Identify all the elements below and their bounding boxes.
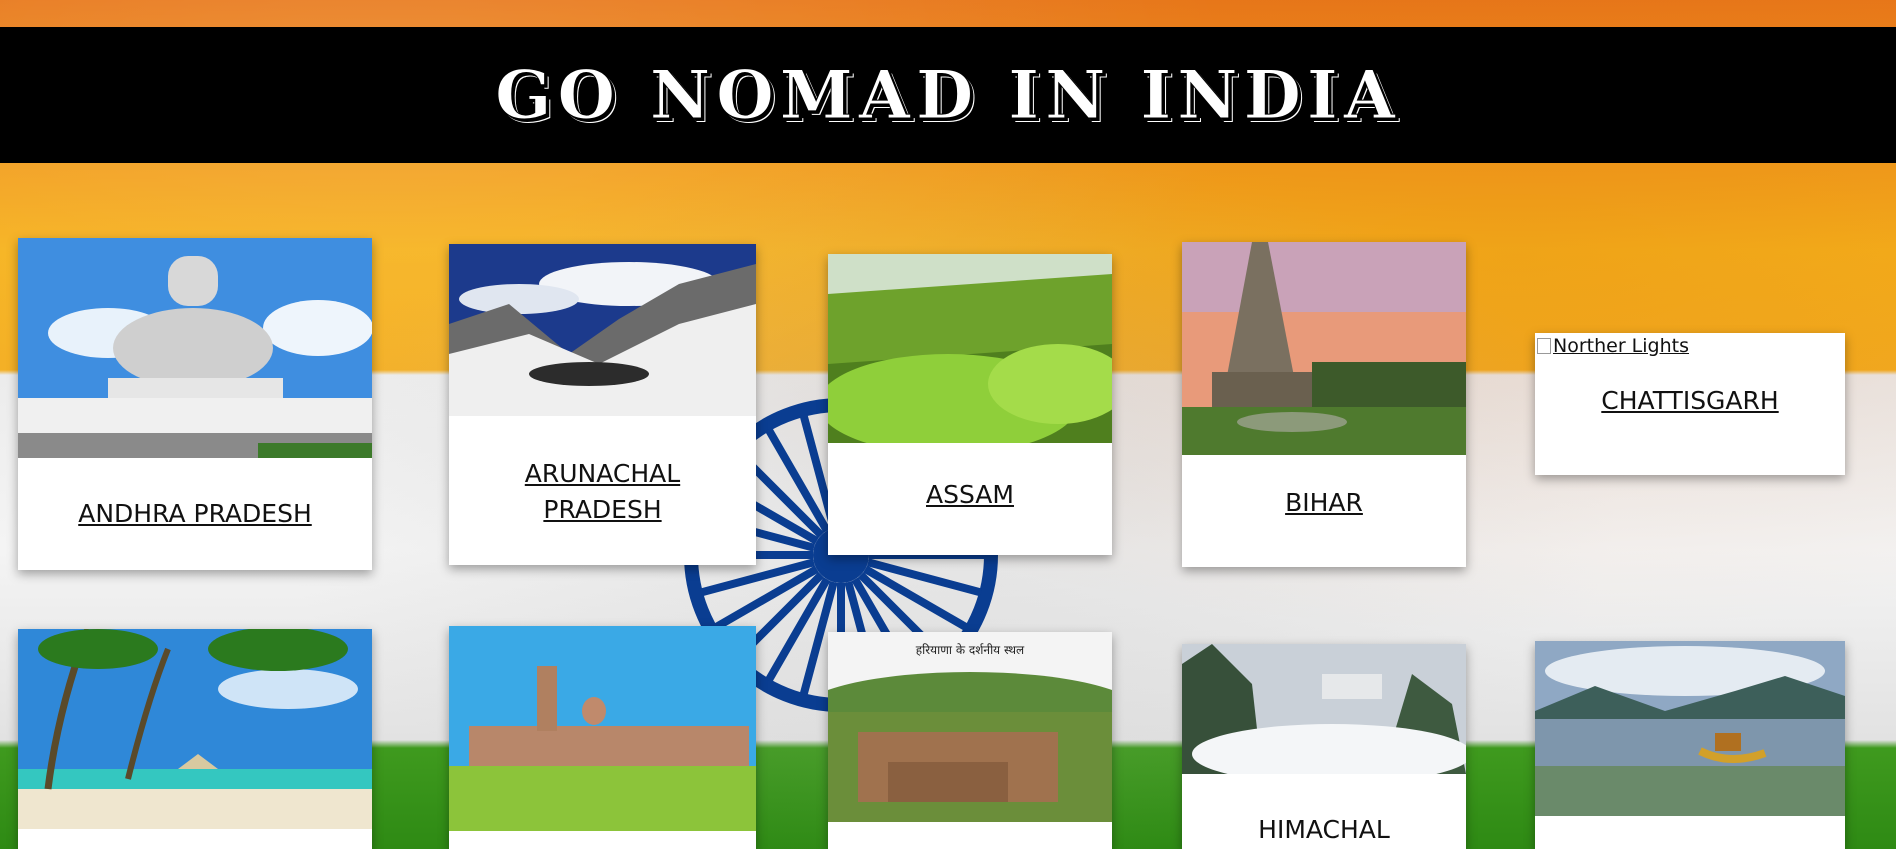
state-card-fort[interactable]: हरियाणा के दर्शनीय स्थल (828, 632, 1112, 849)
state-link-andhra-pradesh[interactable]: ANDHRA PRADESH (18, 496, 372, 532)
beach-photo (18, 629, 372, 829)
andhra-pradesh-photo (18, 238, 372, 458)
state-link-bihar[interactable]: BIHAR (1182, 485, 1466, 521)
state-card-arunachal-pradesh[interactable]: ARUNACHAL PRADESH (449, 244, 756, 565)
palace-photo (449, 626, 756, 831)
fort-photo-caption: हरियाणा के दर्शनीय स्थल (916, 643, 1025, 657)
state-link-arunachal-pradesh[interactable]: ARUNACHAL PRADESH (493, 456, 713, 528)
state-card-palace[interactable] (449, 626, 756, 849)
state-card-chattisgarh[interactable]: Norther Lights CHATTISGARH (1535, 333, 1845, 475)
state-link-assam[interactable]: ASSAM (828, 477, 1112, 513)
assam-photo (828, 254, 1112, 443)
fort-photo: हरियाणा के दर्शनीय स्थल (828, 632, 1112, 822)
state-card-beach[interactable] (18, 629, 372, 849)
state-link-chattisgarh[interactable]: CHATTISGARH (1535, 383, 1845, 419)
state-card-andhra-pradesh[interactable]: ANDHRA PRADESH (18, 238, 372, 570)
himachal-photo (1182, 644, 1466, 774)
site-title: GO NOMAD IN INDIA (495, 56, 1401, 135)
state-card-himachal[interactable]: HIMACHAL (1182, 644, 1466, 849)
state-link-himachal[interactable]: HIMACHAL (1182, 812, 1466, 848)
lake-photo (1535, 641, 1845, 816)
state-card-assam[interactable]: ASSAM (828, 254, 1112, 555)
bihar-photo (1182, 242, 1466, 455)
state-card-lake[interactable] (1535, 641, 1845, 849)
broken-image-alt: Norther Lights (1535, 333, 1845, 357)
state-card-bihar[interactable]: BIHAR (1182, 242, 1466, 567)
arunachal-pradesh-photo (449, 244, 756, 416)
site-header: GO NOMAD IN INDIA (0, 27, 1896, 163)
